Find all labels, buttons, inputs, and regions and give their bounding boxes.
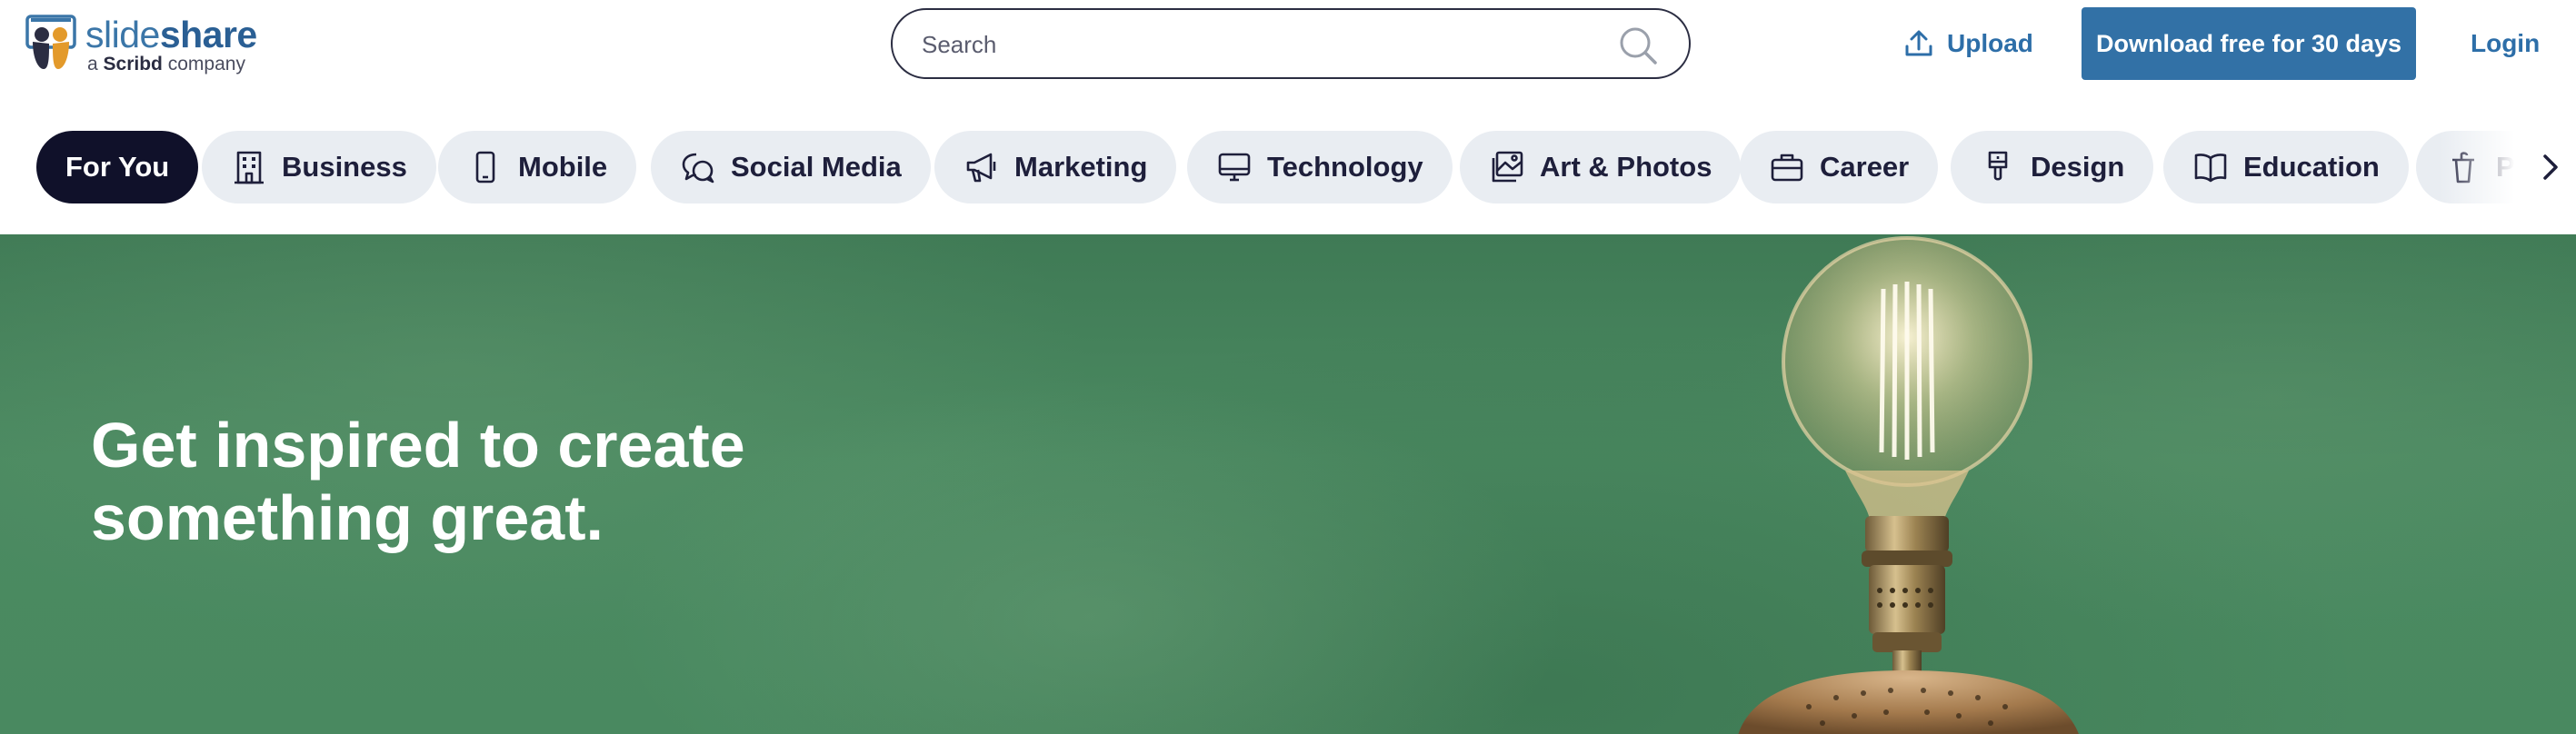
phone-icon — [475, 151, 495, 184]
logo-wordmark: slideshare — [85, 13, 257, 56]
login-link[interactable]: Login — [2471, 25, 2540, 62]
category-career[interactable]: Career — [1740, 131, 1939, 203]
upload-icon — [1905, 30, 1932, 56]
building-icon — [235, 151, 264, 184]
logo-word-slide: slide — [85, 14, 160, 55]
chat-bubbles-icon — [682, 153, 714, 184]
search-box[interactable] — [891, 8, 1691, 79]
category-marketing[interactable]: Marketing — [934, 131, 1177, 203]
category-label: For You — [65, 151, 170, 183]
paintbrush-icon — [1988, 151, 2008, 181]
hero-banner: Get inspired to create something great. — [0, 234, 2576, 734]
logo-tagline: a Scribd company — [87, 54, 245, 75]
hero-headline-line1: Get inspired to create — [91, 410, 745, 481]
search-icon[interactable] — [1618, 25, 1658, 65]
category-label: Career — [1820, 151, 1910, 183]
category-label: Technology — [1267, 151, 1423, 183]
category-bar: For You Business Mobile Social Media Mar… — [0, 124, 2576, 211]
category-design[interactable]: Design — [1951, 131, 2154, 203]
upload-button[interactable]: Upload — [1903, 25, 2033, 62]
tagline-brand: Scribd — [103, 54, 163, 74]
search-input[interactable] — [922, 26, 1612, 63]
monitor-icon — [1218, 153, 1251, 182]
upload-label: Upload — [1947, 29, 2033, 57]
megaphone-icon — [966, 153, 996, 183]
category-education[interactable]: Education — [2163, 131, 2409, 203]
category-label: Education — [2243, 151, 2380, 183]
light-bulb-image — [1738, 236, 2079, 734]
open-book-icon — [2194, 154, 2227, 183]
category-label: Marketing — [1014, 151, 1148, 183]
category-technology[interactable]: Technology — [1187, 131, 1453, 203]
slideshare-logo[interactable]: slideshare a Scribd company — [25, 13, 262, 75]
download-free-button[interactable]: Download free for 30 days — [2082, 7, 2416, 80]
category-label: Art & Photos — [1540, 151, 1712, 183]
slideshare-logo-icon — [25, 15, 76, 69]
tagline-prefix: a — [87, 54, 98, 74]
logo-word-share: share — [159, 14, 257, 55]
briefcase-icon — [1771, 154, 1803, 182]
top-header: slideshare a Scribd company Upload Downl… — [0, 0, 2576, 87]
chevron-right-icon[interactable] — [2532, 149, 2569, 185]
category-art-photos[interactable]: Art & Photos — [1460, 131, 1742, 203]
category-label: Business — [282, 151, 407, 183]
category-mobile[interactable]: Mobile — [438, 131, 637, 203]
category-for-you[interactable]: For You — [36, 131, 199, 203]
category-label: Design — [2031, 151, 2125, 183]
category-social-media[interactable]: Social Media — [651, 131, 931, 203]
category-business[interactable]: Business — [202, 131, 436, 203]
category-label: Social Media — [731, 151, 902, 183]
hero-headline-line2: something great. — [91, 482, 604, 553]
category-label: Mobile — [518, 151, 608, 183]
tagline-suffix: company — [167, 54, 245, 74]
hero-headline: Get inspired to create something great. — [91, 409, 909, 554]
pictures-icon — [1492, 151, 1523, 183]
